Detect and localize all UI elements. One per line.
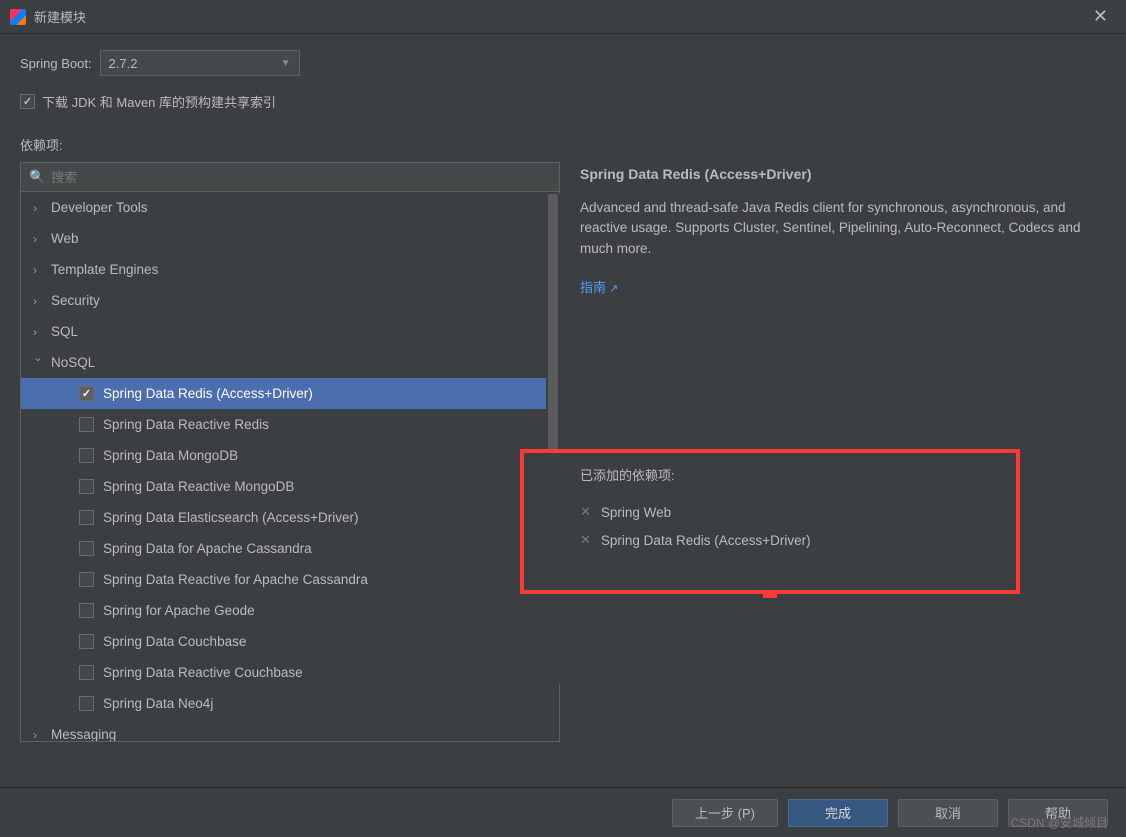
detail-panel: Spring Data Redis (Access+Driver) Advanc…: [580, 162, 1106, 742]
tree-item[interactable]: Spring Data Redis (Access+Driver): [21, 378, 559, 409]
watermark: CSDN @安城倾目: [1010, 814, 1108, 831]
window-title: 新建模块: [34, 7, 1085, 26]
chevron-right-icon: ›: [33, 325, 51, 339]
tree-category[interactable]: ›Web: [21, 223, 559, 254]
tree-item[interactable]: Spring Data Reactive Couchbase: [21, 657, 559, 688]
deps-label: 依赖项:: [20, 135, 1106, 154]
finish-button[interactable]: 完成: [788, 799, 888, 827]
footer: 上一步 (P) 完成 取消 帮助: [0, 787, 1126, 837]
remove-icon[interactable]: ✕: [580, 532, 591, 548]
tree-category-nosql[interactable]: ›NoSQL: [21, 347, 559, 378]
chevron-down-icon: ›: [31, 357, 45, 375]
tree-item[interactable]: Spring for Apache Geode: [21, 595, 559, 626]
detail-title: Spring Data Redis (Access+Driver): [580, 166, 1106, 182]
tree-item[interactable]: Spring Data Reactive Redis: [21, 409, 559, 440]
titlebar: 新建模块 ✕: [0, 0, 1126, 34]
chevron-right-icon: ›: [33, 294, 51, 308]
tree-item[interactable]: Spring Data Reactive for Apache Cassandr…: [21, 564, 559, 595]
tree-category[interactable]: ›SQL: [21, 316, 559, 347]
chevron-right-icon: ›: [33, 232, 51, 246]
item-checkbox[interactable]: [79, 665, 94, 680]
item-checkbox[interactable]: [79, 479, 94, 494]
chevron-right-icon: ›: [33, 201, 51, 215]
item-checkbox[interactable]: [79, 386, 94, 401]
added-item: ✕ Spring Web: [580, 498, 1002, 526]
detail-description: Advanced and thread-safe Java Redis clie…: [580, 198, 1106, 259]
item-checkbox[interactable]: [79, 634, 94, 649]
springboot-label: Spring Boot:: [20, 56, 92, 71]
chevron-right-icon: ›: [33, 728, 51, 742]
scrollbar[interactable]: [546, 194, 560, 684]
tree-item[interactable]: Spring Data for Apache Cassandra: [21, 533, 559, 564]
deps-tree-panel: 🔍 ›Developer Tools ›Web ›Template Engine…: [20, 162, 560, 742]
chevron-down-icon: ▼: [281, 58, 291, 69]
annotation-handle: [763, 590, 777, 598]
search-box[interactable]: 🔍: [20, 162, 560, 192]
tree-item[interactable]: Spring Data MongoDB: [21, 440, 559, 471]
guide-link[interactable]: 指南: [580, 277, 1106, 296]
remove-icon[interactable]: ✕: [580, 504, 591, 520]
added-item: ✕ Spring Data Redis (Access+Driver): [580, 526, 1002, 554]
added-title: 已添加的依赖项:: [580, 465, 1002, 484]
tree-item[interactable]: Spring Data Reactive MongoDB: [21, 471, 559, 502]
tree-item[interactable]: Spring Data Neo4j: [21, 688, 559, 719]
tree-category[interactable]: ›Security: [21, 285, 559, 316]
download-checkbox[interactable]: [20, 94, 35, 109]
added-deps-box: 已添加的依赖项: ✕ Spring Web ✕ Spring Data Redi…: [520, 449, 1020, 594]
item-checkbox[interactable]: [79, 696, 94, 711]
item-checkbox[interactable]: [79, 541, 94, 556]
cancel-button[interactable]: 取消: [898, 799, 998, 827]
tree-category[interactable]: ›Developer Tools: [21, 192, 559, 223]
search-icon: 🔍: [29, 169, 45, 185]
tree-item[interactable]: Spring Data Couchbase: [21, 626, 559, 657]
deps-tree: ›Developer Tools ›Web ›Template Engines …: [20, 192, 560, 742]
item-checkbox[interactable]: [79, 417, 94, 432]
search-input[interactable]: [51, 170, 551, 185]
prev-button[interactable]: 上一步 (P): [672, 799, 778, 827]
item-checkbox[interactable]: [79, 572, 94, 587]
intellij-icon: [10, 9, 26, 25]
item-checkbox[interactable]: [79, 448, 94, 463]
tree-item[interactable]: Spring Data Elasticsearch (Access+Driver…: [21, 502, 559, 533]
item-checkbox[interactable]: [79, 510, 94, 525]
chevron-right-icon: ›: [33, 263, 51, 277]
close-icon[interactable]: ✕: [1085, 4, 1116, 29]
tree-category[interactable]: ›Messaging: [21, 719, 559, 742]
tree-category[interactable]: ›Template Engines: [21, 254, 559, 285]
springboot-selected: 2.7.2: [109, 56, 138, 71]
download-label: 下载 JDK 和 Maven 库的预构建共享索引: [42, 92, 276, 111]
springboot-select[interactable]: 2.7.2 ▼: [100, 50, 300, 76]
item-checkbox[interactable]: [79, 603, 94, 618]
